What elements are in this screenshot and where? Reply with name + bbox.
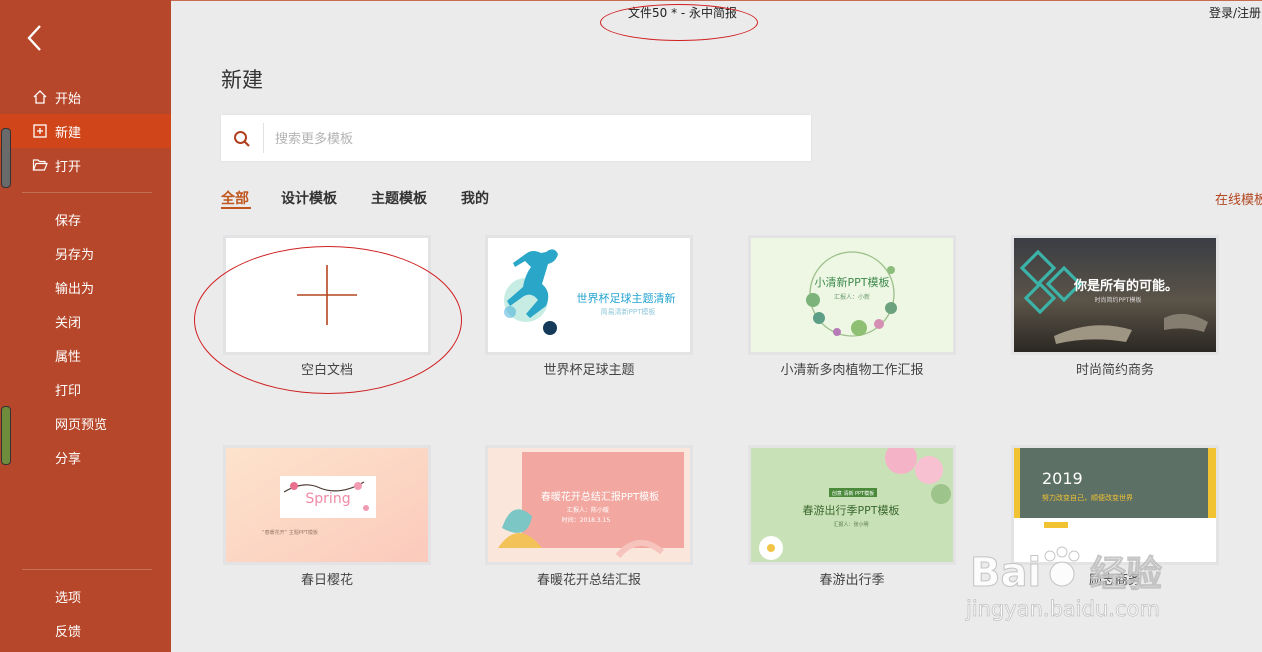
template-card-spring-trip[interactable]: 创意 清新 PPT模板 春游出行季PPT模板 汇报人：张小明 bbox=[748, 445, 956, 565]
sidebar-divider bbox=[22, 192, 152, 193]
sidebar-item-web-preview[interactable]: 网页预览 bbox=[0, 406, 171, 440]
sidebar-item-close[interactable]: 关闭 bbox=[0, 304, 171, 338]
sidebar-item-label: 开始 bbox=[55, 91, 82, 107]
template-search-box bbox=[221, 115, 811, 161]
online-templates-link[interactable]: 在线模板 bbox=[1215, 189, 1262, 208]
search-input[interactable] bbox=[273, 123, 797, 155]
thumbnail-subtitle: 汇报人：小新 bbox=[834, 293, 870, 301]
thumbnail-title: 2019 bbox=[1042, 469, 1083, 488]
sidebar-item-label: 输出为 bbox=[55, 281, 95, 297]
home-icon bbox=[31, 88, 49, 106]
thumbnail-title: 世界杯足球主题清新 bbox=[577, 291, 676, 305]
template-label: 春暖花开总结汇报 bbox=[536, 573, 641, 588]
thumbnail-world-cup: 世界杯足球主题清新 简易清新PPT模板 bbox=[488, 238, 690, 352]
template-label: 空白文档 bbox=[300, 363, 353, 378]
thumbnail-spring-sakura: Spring “春暖花开” 主题PPT模板 bbox=[226, 448, 428, 562]
active-tab-indicator bbox=[221, 207, 251, 209]
sidebar-item-print[interactable]: 打印 bbox=[0, 372, 171, 406]
folder-open-icon bbox=[31, 156, 49, 174]
sidebar-item-open[interactable]: 打开 bbox=[0, 148, 171, 182]
thumbnail-spring-report: 春暖花开总结汇报PPT模板 汇报人：陈小暖 时间：2018.3.15 bbox=[488, 448, 690, 562]
template-label: 励志商务 bbox=[1088, 573, 1141, 588]
tab-theme-templates[interactable]: 主题模板 bbox=[371, 188, 427, 208]
plus-icon bbox=[297, 265, 357, 325]
sidebar-item-feedback[interactable]: 反馈 bbox=[0, 613, 171, 647]
tab-mine[interactable]: 我的 bbox=[461, 188, 489, 208]
template-card-succulent[interactable]: 小清新PPT模板 汇报人：小新 bbox=[748, 235, 956, 355]
thumbnail-subtitle: 简易清新PPT模板 bbox=[601, 307, 656, 316]
sidebar-item-options[interactable]: 选项 bbox=[0, 579, 171, 613]
sidebar-item-label: 反馈 bbox=[55, 624, 82, 640]
thumbnail-title: 小清新PPT模板 bbox=[815, 275, 890, 289]
thumbnail-date: 时间：2018.3.15 bbox=[562, 516, 611, 524]
title-bar-border bbox=[171, 0, 1262, 1]
search-separator bbox=[263, 123, 264, 153]
sidebar-item-label: 属性 bbox=[55, 349, 82, 365]
thumbnail-spring-trip: 创意 清新 PPT模板 春游出行季PPT模板 汇报人：张小明 bbox=[751, 448, 953, 562]
watermark-url: jingyan.baidu.com bbox=[965, 597, 1160, 621]
sidebar-item-label: 新建 bbox=[55, 125, 82, 141]
back-arrow-icon[interactable] bbox=[22, 22, 52, 54]
sidebar-item-label: 关闭 bbox=[55, 315, 82, 331]
template-card-inspirational-business[interactable]: 2019 努力改变自己，顺便改变世界 bbox=[1011, 445, 1219, 565]
thumbnail-succulent: 小清新PPT模板 汇报人：小新 bbox=[751, 238, 953, 352]
thumbnail-title: 你是所有的可能。 bbox=[1073, 278, 1178, 294]
template-card-world-cup[interactable]: 世界杯足球主题清新 简易清新PPT模板 bbox=[485, 235, 693, 355]
template-card-spring-sakura[interactable]: Spring “春暖花开” 主题PPT模板 bbox=[223, 445, 431, 565]
template-label: 小清新多肉植物工作汇报 bbox=[780, 363, 924, 378]
search-icon[interactable] bbox=[233, 130, 251, 148]
thumbnail-subtitle: 努力改变自己，顺便改变世界 bbox=[1042, 493, 1133, 502]
sidebar-item-properties[interactable]: 属性 bbox=[0, 338, 171, 372]
scroll-handle[interactable] bbox=[1, 128, 11, 188]
thumbnail-subtitle: 汇报人：陈小暖 bbox=[567, 506, 609, 514]
sidebar-item-save[interactable]: 保存 bbox=[0, 202, 171, 236]
tab-design-templates[interactable]: 设计模板 bbox=[281, 188, 337, 208]
template-label: 春日樱花 bbox=[300, 573, 353, 588]
sidebar-item-label: 另存为 bbox=[55, 247, 95, 263]
thumbnail-title: 春暖花开总结汇报PPT模板 bbox=[541, 490, 659, 503]
document-title: 文件50 * - 永中简报 bbox=[628, 6, 738, 20]
new-doc-icon bbox=[31, 122, 49, 140]
sidebar-item-share[interactable]: 分享 bbox=[0, 440, 171, 474]
sidebar-item-save-as[interactable]: 另存为 bbox=[0, 236, 171, 270]
thumbnail-tag: 创意 清新 PPT模板 bbox=[832, 490, 874, 497]
sidebar: 开始 新建 打开 保存 另存为 输出为 关闭 属性 打印 网页预览 分享 选项 … bbox=[0, 0, 171, 652]
sidebar-item-export[interactable]: 输出为 bbox=[0, 270, 171, 304]
template-label: 春游出行季 bbox=[819, 573, 885, 588]
sidebar-item-label: 网页预览 bbox=[55, 417, 108, 433]
template-card-spring-report[interactable]: 春暖花开总结汇报PPT模板 汇报人：陈小暖 时间：2018.3.15 bbox=[485, 445, 693, 565]
sidebar-item-label: 打印 bbox=[55, 383, 82, 399]
thumbnail-title: 春游出行季PPT模板 bbox=[803, 503, 900, 517]
template-label: 世界杯足球主题 bbox=[543, 363, 635, 378]
thumbnail-title: Spring bbox=[305, 491, 350, 507]
thumbnail-subtitle: 时尚简约PPT模板 bbox=[1095, 296, 1142, 304]
sidebar-item-new[interactable]: 新建 bbox=[0, 114, 171, 148]
scroll-handle[interactable] bbox=[1, 406, 11, 465]
page-title: 新建 bbox=[221, 68, 263, 92]
template-card-blank[interactable] bbox=[223, 235, 431, 355]
thumbnail-subtitle: “春暖花开” 主题PPT模板 bbox=[262, 529, 318, 536]
tab-all[interactable]: 全部 bbox=[221, 188, 249, 208]
thumbnail-inspirational-business: 2019 努力改变自己，顺便改变世界 bbox=[1014, 448, 1216, 562]
sidebar-divider bbox=[22, 569, 152, 570]
sidebar-item-label: 分享 bbox=[55, 451, 82, 467]
sidebar-item-label: 保存 bbox=[55, 213, 82, 229]
login-register-link[interactable]: 登录/注册 bbox=[1209, 4, 1261, 21]
thumbnail-business: 你是所有的可能。 时尚简约PPT模板 bbox=[1014, 238, 1216, 352]
thumbnail-subtitle: 汇报人：张小明 bbox=[833, 521, 868, 528]
sidebar-item-label: 打开 bbox=[55, 159, 82, 175]
sidebar-item-home[interactable]: 开始 bbox=[0, 80, 171, 114]
template-card-business[interactable]: 你是所有的可能。 时尚简约PPT模板 bbox=[1011, 235, 1219, 355]
sidebar-item-label: 选项 bbox=[55, 590, 82, 606]
template-label: 时尚简约商务 bbox=[1075, 363, 1154, 378]
